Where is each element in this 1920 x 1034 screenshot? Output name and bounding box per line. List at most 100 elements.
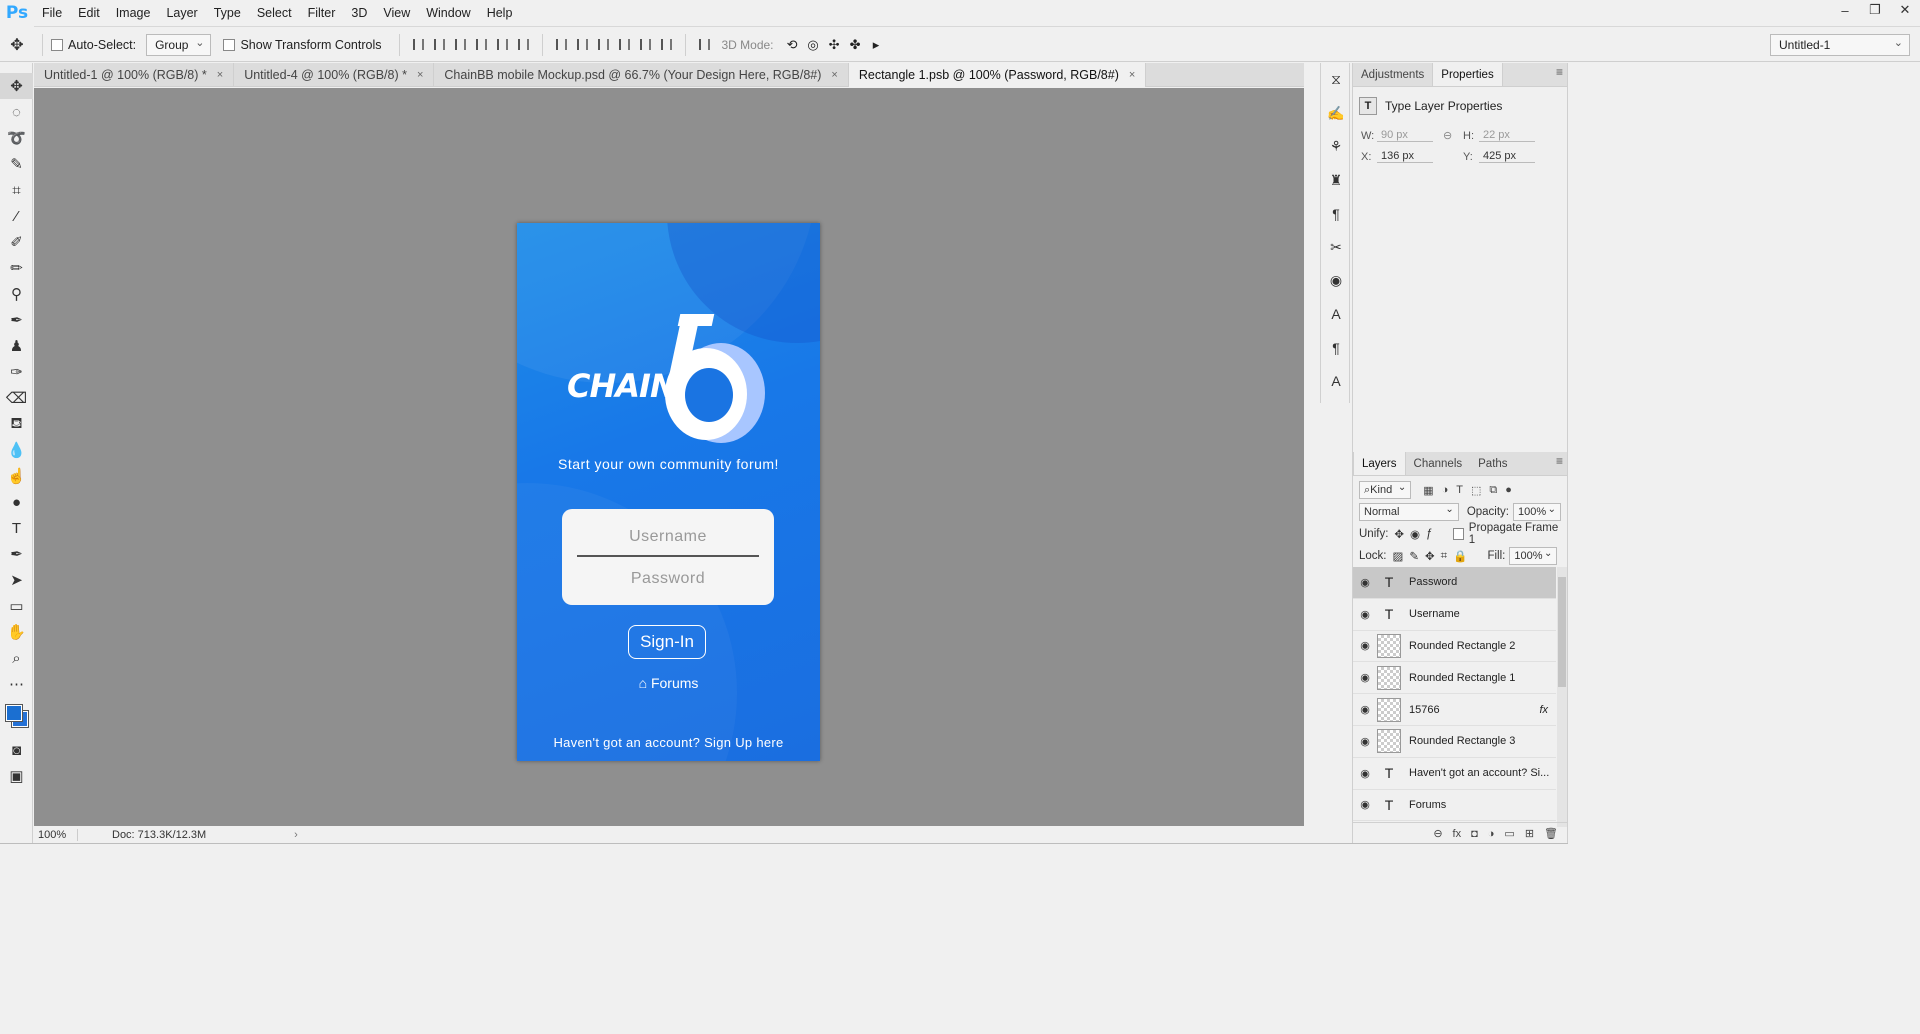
adjustment-filter-icon[interactable]: ◑ xyxy=(1442,484,1449,497)
link-layers-icon[interactable]: ⊖ xyxy=(1433,827,1442,840)
lock-position-icon[interactable]: ✥ xyxy=(1425,549,1435,563)
eyedropper-tool-icon[interactable]: ⁄ xyxy=(0,203,33,229)
menu-view[interactable]: View xyxy=(375,0,418,27)
3d-drag-icon[interactable]: ✣ xyxy=(824,34,845,56)
username-field[interactable]: Username xyxy=(577,528,759,546)
sign-in-button[interactable]: Sign-In xyxy=(628,625,706,659)
align-hcenter-icon[interactable] xyxy=(492,34,513,56)
layer-row[interactable]: ◉ 15766 fx xyxy=(1353,694,1556,726)
new-layer-icon[interactable]: ⊞ xyxy=(1525,827,1534,840)
move-tool-preset-icon[interactable]: ✥ xyxy=(0,35,34,55)
clone-stamp-icon[interactable]: ⚲ xyxy=(0,281,33,307)
distribute-hcenter-icon[interactable] xyxy=(635,34,656,56)
brush-settings-icon[interactable]: ⚘ xyxy=(1321,130,1351,164)
quick-select-tool-icon[interactable]: ✎ xyxy=(0,151,33,177)
tab-properties[interactable]: Properties xyxy=(1432,63,1503,86)
menu-layer[interactable]: Layer xyxy=(158,0,205,27)
tab-close-icon[interactable]: × xyxy=(831,69,837,81)
shape-filter-icon[interactable]: ⬚ xyxy=(1471,484,1481,497)
fx-icon[interactable]: fx xyxy=(1539,704,1548,716)
menu-edit[interactable]: Edit xyxy=(70,0,108,27)
layer-row[interactable]: ◉ Rounded Rectangle 1 xyxy=(1353,662,1556,695)
y-field[interactable]: 425 px xyxy=(1479,150,1535,163)
tool-presets-icon[interactable]: ✂ xyxy=(1321,231,1351,265)
visibility-eye-icon[interactable]: ◉ xyxy=(1353,576,1377,589)
fill-field[interactable]: 100% xyxy=(1509,547,1558,565)
link-icon[interactable]: ⊖ xyxy=(1443,129,1463,142)
gradient-tool-icon[interactable]: ✑ xyxy=(0,359,33,385)
type-tool-icon[interactable]: T xyxy=(0,515,33,541)
close-button[interactable]: ✕ xyxy=(1890,0,1920,20)
3d-orbit-icon[interactable]: ⟲ xyxy=(782,34,803,56)
history-icon[interactable]: ⧖ xyxy=(1321,63,1351,97)
visibility-eye-icon[interactable]: ◉ xyxy=(1353,767,1377,780)
distribute-right-icon[interactable] xyxy=(656,34,677,56)
clone-source-icon[interactable]: ♜ xyxy=(1321,164,1351,198)
tab-chainbb-mockup[interactable]: ChainBB mobile Mockup.psd @ 66.7% (Your … xyxy=(434,63,849,87)
lock-pixels-icon[interactable]: ✎ xyxy=(1409,549,1419,563)
move-tool-icon[interactable]: ✥ xyxy=(0,73,33,99)
3d-scale-icon[interactable]: ▸ xyxy=(866,34,887,56)
unify-style-icon[interactable]: ƒ xyxy=(1426,528,1432,540)
layer-row[interactable]: ◉ T Username xyxy=(1353,599,1556,631)
delete-layer-icon[interactable]: 🗑 xyxy=(1544,827,1558,840)
menu-help[interactable]: Help xyxy=(479,0,521,27)
layer-row[interactable]: ◉ T Password xyxy=(1353,567,1556,599)
h-field[interactable]: 22 px xyxy=(1479,129,1535,142)
lock-artboard-icon[interactable]: ⌗ xyxy=(1441,550,1447,563)
blend-mode-dropdown[interactable]: Normal xyxy=(1359,503,1459,521)
panel-menu-icon[interactable]: ≡ xyxy=(1556,65,1563,79)
forums-link[interactable]: ⌂ Forums xyxy=(517,675,820,691)
w-field[interactable]: 90 px xyxy=(1377,129,1433,142)
minimize-button[interactable]: – xyxy=(1830,0,1860,20)
shape-tool-icon[interactable]: ▭ xyxy=(0,593,33,619)
more-tools-icon[interactable]: ⋯ xyxy=(0,671,33,697)
pixel-filter-icon[interactable]: ▦ xyxy=(1423,484,1433,497)
zoom-level[interactable]: 100% xyxy=(34,829,78,841)
tab-untitled-1[interactable]: Untitled-1 @ 100% (RGB/8) * × xyxy=(34,63,235,87)
menu-image[interactable]: Image xyxy=(108,0,159,27)
libraries-icon[interactable]: ◉ xyxy=(1321,264,1351,298)
character-icon[interactable]: A xyxy=(1321,298,1351,332)
layer-row[interactable]: ◉ T Forums xyxy=(1353,790,1556,822)
visibility-eye-icon[interactable]: ◉ xyxy=(1353,703,1377,716)
healing-brush-icon[interactable]: ✐ xyxy=(0,229,33,255)
align-bottom-icon[interactable] xyxy=(450,34,471,56)
align-top-icon[interactable] xyxy=(408,34,429,56)
distribute-bottom-icon[interactable] xyxy=(593,34,614,56)
artboard[interactable]: CHAIN Start your own community forum! Us… xyxy=(517,223,820,761)
visibility-eye-icon[interactable]: ◉ xyxy=(1353,639,1377,652)
tab-untitled-4[interactable]: Untitled-4 @ 100% (RGB/8) * × xyxy=(234,63,435,87)
hand-tool-icon[interactable]: ✋ xyxy=(0,619,33,645)
tab-adjustments[interactable]: Adjustments xyxy=(1353,63,1432,86)
menu-type[interactable]: Type xyxy=(206,0,249,27)
auto-select-checkbox[interactable]: Auto-Select: xyxy=(51,38,136,52)
add-mask-icon[interactable]: ◘ xyxy=(1471,828,1478,840)
dodge-tool-icon[interactable]: ● xyxy=(0,489,33,515)
brush-tool-icon[interactable]: ✏ xyxy=(0,255,33,281)
foreground-color-swatch[interactable] xyxy=(5,704,23,722)
tab-rectangle-1[interactable]: Rectangle 1.psb @ 100% (Password, RGB/8#… xyxy=(848,63,1147,87)
align-right-icon[interactable] xyxy=(513,34,534,56)
layer-style-icon[interactable]: fx xyxy=(1453,828,1462,840)
paint-bucket-icon[interactable]: ⛾ xyxy=(0,411,33,437)
3d-slide-icon[interactable]: ✤ xyxy=(845,34,866,56)
filter-toggle-icon[interactable]: ● xyxy=(1505,484,1512,497)
color-swatches[interactable] xyxy=(0,697,33,737)
pen-tool-icon[interactable]: ✒ xyxy=(0,541,33,567)
tab-layers[interactable]: Layers xyxy=(1353,452,1406,475)
visibility-eye-icon[interactable]: ◉ xyxy=(1353,735,1377,748)
lock-all-icon[interactable]: 🔒 xyxy=(1453,549,1467,563)
smudge-tool-icon[interactable]: ☝ xyxy=(0,463,33,489)
tab-close-icon[interactable]: × xyxy=(1129,69,1135,81)
tab-channels[interactable]: Channels xyxy=(1406,452,1471,475)
paragraph-styles-icon[interactable]: ¶ xyxy=(1321,331,1351,365)
scrollbar-thumb[interactable] xyxy=(1558,577,1566,687)
tab-paths[interactable]: Paths xyxy=(1470,452,1515,475)
panel-menu-icon[interactable]: ≡ xyxy=(1556,454,1563,468)
distribute-left-icon[interactable] xyxy=(614,34,635,56)
layers-scrollbar[interactable] xyxy=(1557,567,1567,827)
unify-visibility-icon[interactable]: ◉ xyxy=(1410,527,1420,541)
unify-position-icon[interactable]: ✥ xyxy=(1394,527,1404,541)
zoom-tool-icon[interactable]: ⌕ xyxy=(0,645,33,671)
